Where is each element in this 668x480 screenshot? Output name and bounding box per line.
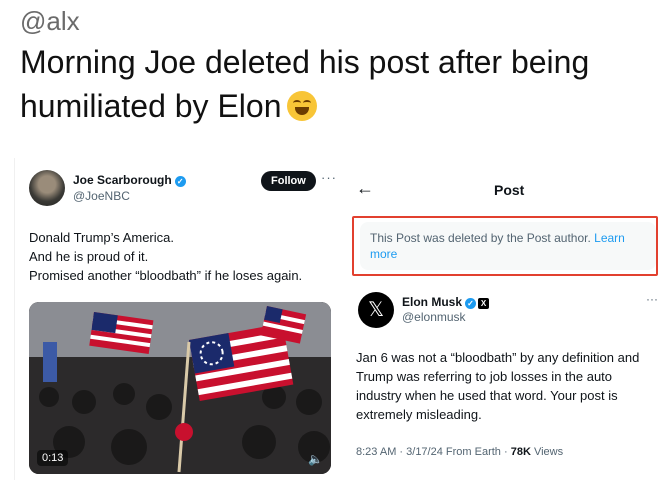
verified-badge-icon: ✓: [174, 176, 186, 187]
post-date[interactable]: 3/17/24: [406, 446, 443, 458]
follow-button[interactable]: Follow: [261, 171, 316, 191]
back-arrow-icon[interactable]: ←: [356, 178, 374, 199]
author-handle[interactable]: @JoeNBC: [73, 189, 130, 203]
post-view-panel: ← Post This Post was deleted by the Post…: [346, 170, 668, 480]
video-thumbnail: [29, 302, 331, 474]
deleted-notice: This Post was deleted by the Post author…: [360, 222, 656, 270]
video-player[interactable]: 0:13 🔈: [29, 302, 331, 474]
tweet-line: And he is proud of it.: [29, 249, 149, 264]
caption-headline: Morning Joe deleted his post after being…: [20, 40, 650, 128]
tweet-line: Donald Trump’s America.: [29, 230, 174, 245]
more-options-icon[interactable]: ···: [321, 170, 337, 185]
avatar[interactable]: [29, 170, 65, 206]
post-text: Jan 6 was not a “bloodbath” by any defin…: [356, 350, 640, 422]
rolling-on-floor-laughing-emoji-icon: [287, 91, 318, 121]
musk-author-name[interactable]: Elon Musk ✓ X: [402, 295, 490, 309]
joe-tweet-card: Joe Scarborough ✓ @JoeNBC Follow ··· Dona…: [14, 158, 343, 480]
post-meta: 8:23 AM · 3/17/24 From Earth · 78K Views: [356, 446, 564, 458]
x-logo-avatar-icon[interactable]: 𝕏: [358, 292, 394, 328]
musk-author-handle[interactable]: @elonmusk: [402, 310, 466, 324]
more-options-icon[interactable]: ···: [646, 292, 658, 306]
deleted-notice-text: This Post was deleted by the Post author…: [370, 231, 591, 245]
author-name[interactable]: Joe Scarborough ✓: [73, 173, 186, 187]
views-label: Views: [533, 446, 564, 458]
post-source: From Earth: [445, 446, 501, 458]
views-count: 78K: [510, 446, 531, 458]
x-affiliate-badge-icon: X: [478, 298, 490, 309]
post-time[interactable]: 8:23 AM: [356, 446, 396, 458]
page-title: Post: [494, 182, 525, 198]
mute-icon[interactable]: 🔈: [308, 452, 323, 466]
deleted-notice-highlight: This Post was deleted by the Post author…: [352, 216, 658, 276]
video-timecode: 0:13: [37, 450, 69, 466]
tweet-line: Promised another “bloodbath” if he loses…: [29, 268, 303, 283]
verified-badge-icon: ✓: [465, 298, 477, 309]
tweet-text: Donald Trump’s America. And he is proud …: [29, 228, 339, 285]
caption-handle: @alx: [20, 6, 80, 36]
